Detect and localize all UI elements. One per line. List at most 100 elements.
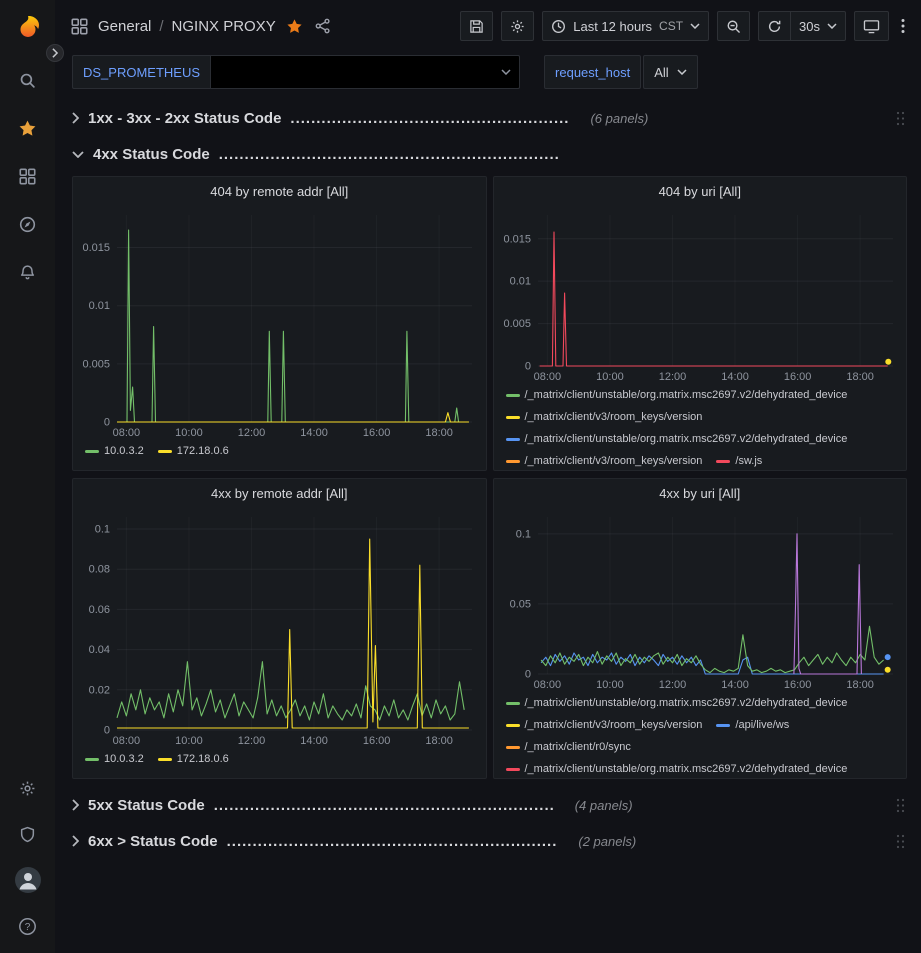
sidebar-expand-button[interactable] — [46, 44, 64, 62]
chevron-right-icon — [72, 835, 79, 847]
panel-404-by-uri: 404 by uri [All] 08:0010:0012:0014:0016:… — [493, 176, 908, 471]
row-drag-handle[interactable] — [894, 796, 907, 815]
tv-mode-button[interactable] — [854, 11, 889, 41]
legend-item[interactable]: /_matrix/client/unstable/org.matrix.msc2… — [506, 692, 848, 714]
datasource-value-dropdown[interactable] — [210, 55, 520, 89]
chart-svg: 08:0010:0012:0014:0016:0018:0000.020.040… — [73, 507, 486, 748]
panel-title[interactable]: 404 by remote addr [All] — [73, 177, 486, 205]
dashboard-topbar: General / NGINX PROXY — [55, 0, 921, 52]
svg-text:0: 0 — [524, 361, 530, 373]
sidebar-item-profile[interactable] — [0, 857, 55, 903]
request-host-label[interactable]: request_host — [544, 55, 641, 89]
refresh-interval-dropdown[interactable]: 30s — [790, 11, 846, 41]
legend-item[interactable]: /_matrix/client/v3/room_keys/version — [506, 450, 703, 470]
refresh-button[interactable] — [758, 11, 790, 41]
legend-item[interactable]: /_matrix/client/r0/sync — [506, 736, 631, 758]
sidebar-item-starred[interactable] — [0, 104, 55, 152]
svg-text:08:00: 08:00 — [533, 371, 561, 383]
legend-label: 172.18.0.6 — [177, 748, 229, 770]
sidebar-item-search[interactable] — [0, 56, 55, 104]
refresh-group: 30s — [758, 11, 846, 41]
legend-label: /_matrix/client/unstable/org.matrix.msc2… — [525, 384, 848, 406]
share-icon — [315, 18, 331, 34]
dashboard-settings-button[interactable] — [501, 11, 534, 41]
svg-text:10:00: 10:00 — [596, 679, 624, 691]
sidebar-item-help[interactable]: ? — [0, 903, 55, 949]
legend-swatch — [506, 394, 520, 397]
row-header-5xx[interactable]: 5xx Status Code ........................… — [72, 791, 907, 819]
chart-4xx-by-uri[interactable]: 08:0010:0012:0014:0016:0018:0000.050.1 — [494, 507, 907, 692]
sidebar-item-server-admin[interactable] — [0, 811, 55, 857]
legend-item[interactable]: /_matrix/client/unstable/org.matrix.msc2… — [506, 758, 848, 778]
legend-label: /_matrix/client/v3/room_keys/version — [525, 450, 703, 470]
svg-text:0.06: 0.06 — [89, 604, 110, 616]
apps-icon — [71, 18, 88, 35]
legend-label: /_matrix/client/unstable/org.matrix.msc2… — [525, 692, 848, 714]
panel-title[interactable]: 404 by uri [All] — [494, 177, 907, 205]
save-icon — [469, 19, 484, 34]
legend-item[interactable]: 172.18.0.6 — [158, 440, 229, 462]
legend-item[interactable]: /_matrix/client/unstable/org.matrix.msc2… — [506, 428, 848, 450]
row-header-6xx[interactable]: 6xx > Status Code ......................… — [72, 827, 907, 855]
legend-item[interactable]: /api/live/ws — [716, 714, 789, 736]
save-dashboard-button[interactable] — [460, 11, 493, 41]
svg-text:08:00: 08:00 — [533, 679, 561, 691]
chevron-right-icon — [72, 799, 79, 811]
legend-item[interactable]: 172.18.0.6 — [158, 748, 229, 770]
zoom-out-button[interactable] — [717, 11, 750, 41]
svg-text:12:00: 12:00 — [238, 427, 266, 439]
row-drag-handle[interactable] — [894, 109, 907, 128]
svg-text:0.015: 0.015 — [82, 242, 110, 254]
chart-404-by-uri[interactable]: 08:0010:0012:0014:0016:0018:0000.0050.01… — [494, 205, 907, 384]
svg-text:0.05: 0.05 — [509, 598, 530, 610]
star-icon — [286, 18, 303, 35]
row-title-dots: ........................................… — [227, 833, 558, 850]
row-drag-handle[interactable] — [894, 832, 907, 851]
favorite-star-button[interactable] — [284, 16, 305, 37]
legend-item[interactable]: /_matrix/client/unstable/org.matrix.msc2… — [506, 384, 848, 406]
sidebar-item-explore[interactable] — [0, 200, 55, 248]
row-header-4xx[interactable]: 4xx Status Code ........................… — [72, 140, 907, 168]
share-button[interactable] — [313, 16, 333, 36]
drag-handle-icon — [896, 834, 905, 849]
row-panel-count: (4 panels) — [575, 798, 633, 813]
chart-404-by-remote-addr[interactable]: 08:0010:0012:0014:0016:0018:0000.0050.01… — [73, 205, 486, 440]
chevron-right-icon — [52, 48, 58, 58]
sidebar-bottom: ? — [0, 765, 55, 953]
gear-icon — [510, 19, 525, 34]
sidebar-item-configuration[interactable] — [0, 765, 55, 811]
legend-item[interactable]: /sw.js — [716, 450, 762, 470]
time-range-picker[interactable]: Last 12 hours CST — [542, 11, 709, 41]
sidebar-item-dashboards[interactable] — [0, 152, 55, 200]
grafana-flame-icon — [14, 14, 42, 42]
legend-swatch — [506, 438, 520, 441]
row-panel-count: (6 panels) — [590, 111, 648, 126]
panel-title[interactable]: 4xx by remote addr [All] — [73, 479, 486, 507]
breadcrumb-section[interactable]: General — [98, 18, 151, 35]
more-options-button[interactable] — [897, 18, 909, 34]
row-title: 4xx Status Code — [93, 146, 210, 163]
legend-item[interactable]: 10.0.3.2 — [85, 440, 144, 462]
svg-text:08:00: 08:00 — [113, 735, 141, 747]
svg-text:14:00: 14:00 — [300, 427, 328, 439]
legend-swatch — [506, 416, 520, 419]
legend-item[interactable]: 10.0.3.2 — [85, 748, 144, 770]
sidebar-item-alerting[interactable] — [0, 248, 55, 296]
legend-item[interactable]: /_matrix/client/v3/room_keys/version — [506, 406, 703, 428]
svg-text:18:00: 18:00 — [846, 679, 874, 691]
chevron-right-icon — [72, 112, 79, 124]
legend-label: /_matrix/client/r0/sync — [525, 736, 631, 758]
datasource-label[interactable]: DS_PROMETHEUS — [72, 55, 210, 89]
legend-swatch — [506, 768, 520, 771]
chart-svg: 08:0010:0012:0014:0016:0018:0000.050.1 — [494, 507, 907, 692]
dashboard-title[interactable]: NGINX PROXY — [172, 18, 276, 35]
chart-4xx-by-remote-addr[interactable]: 08:0010:0012:0014:0016:0018:0000.020.040… — [73, 507, 486, 748]
svg-text:16:00: 16:00 — [363, 735, 391, 747]
row-header-1xx[interactable]: 1xx - 3xx - 2xx Status Code ............… — [72, 104, 907, 132]
request-host-value-dropdown[interactable]: All — [643, 55, 697, 89]
chevron-down-icon — [501, 69, 511, 75]
panel-4xx-by-uri: 4xx by uri [All] 08:0010:0012:0014:0016:… — [493, 478, 908, 779]
chevron-down-icon — [677, 69, 687, 75]
legend-item[interactable]: /_matrix/client/v3/room_keys/version — [506, 714, 703, 736]
panel-title[interactable]: 4xx by uri [All] — [494, 479, 907, 507]
